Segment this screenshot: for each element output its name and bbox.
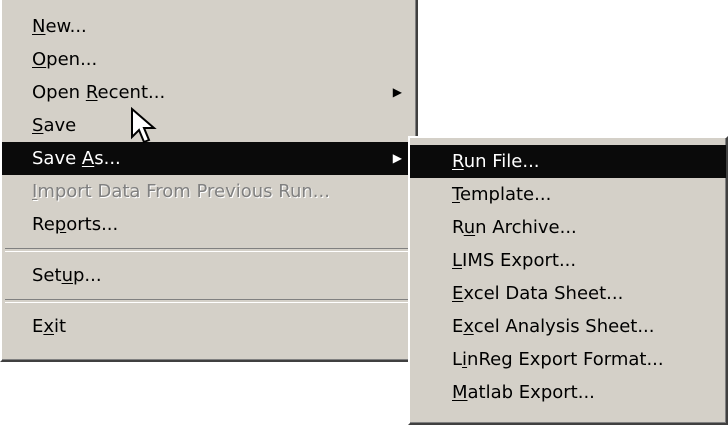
menu-separator: [5, 299, 413, 303]
menu-item-label: Exit: [32, 316, 67, 337]
save-as-submenu: Run File... Template... Run Archive... L…: [408, 136, 728, 425]
menu-item-label: Run File...: [452, 151, 540, 172]
menu-item-label: Template...: [452, 184, 552, 205]
submenu-arrow-icon: ▶: [392, 85, 402, 99]
menu-item-label: Save: [32, 115, 77, 136]
submenu-item-run-file[interactable]: Run File...: [410, 145, 726, 178]
menu-item-label: Save As...: [32, 148, 121, 169]
submenu-item-matlab-export[interactable]: Matlab Export...: [410, 376, 726, 409]
menu-item-new[interactable]: New...: [2, 10, 416, 43]
menu-item-label: LIMS Export...: [452, 250, 577, 271]
submenu-item-excel-analysis-sheet[interactable]: Excel Analysis Sheet...: [410, 310, 726, 343]
menu-item-label: Reports...: [32, 214, 119, 235]
menu-item-open[interactable]: Open...: [2, 43, 416, 76]
menu-item-label: Run Archive...: [452, 217, 577, 238]
submenu-arrow-icon: ▶: [392, 151, 402, 165]
menu-item-save-as[interactable]: Save As... ▶: [2, 142, 416, 175]
menu-item-setup[interactable]: Setup...: [2, 259, 416, 292]
menu-item-import-data: Import Data From Previous Run...: [2, 175, 416, 208]
menu-item-save[interactable]: Save: [2, 109, 416, 142]
menu-item-label: Matlab Export...: [452, 382, 595, 403]
file-menu: New... Open... Open Recent... ▶ Save Sav…: [0, 0, 418, 362]
menu-item-label: Setup...: [32, 265, 102, 286]
menu-item-label: Excel Analysis Sheet...: [452, 316, 655, 337]
menu-item-exit[interactable]: Exit: [2, 310, 416, 343]
submenu-item-lims-export[interactable]: LIMS Export...: [410, 244, 726, 277]
menu-item-label: Open Recent...: [32, 82, 166, 103]
submenu-item-linreg-export[interactable]: LinReg Export Format...: [410, 343, 726, 376]
menu-item-open-recent[interactable]: Open Recent... ▶: [2, 76, 416, 109]
menu-item-reports[interactable]: Reports...: [2, 208, 416, 241]
menu-item-label: Open...: [32, 49, 98, 70]
menu-item-label: Excel Data Sheet...: [452, 283, 624, 304]
menu-item-label: Import Data From Previous Run...: [32, 181, 330, 202]
submenu-item-run-archive[interactable]: Run Archive...: [410, 211, 726, 244]
menu-item-label: LinReg Export Format...: [452, 349, 664, 370]
submenu-item-template[interactable]: Template...: [410, 178, 726, 211]
menu-item-label: New...: [32, 16, 87, 37]
submenu-item-excel-data-sheet[interactable]: Excel Data Sheet...: [410, 277, 726, 310]
menu-separator: [5, 248, 413, 252]
